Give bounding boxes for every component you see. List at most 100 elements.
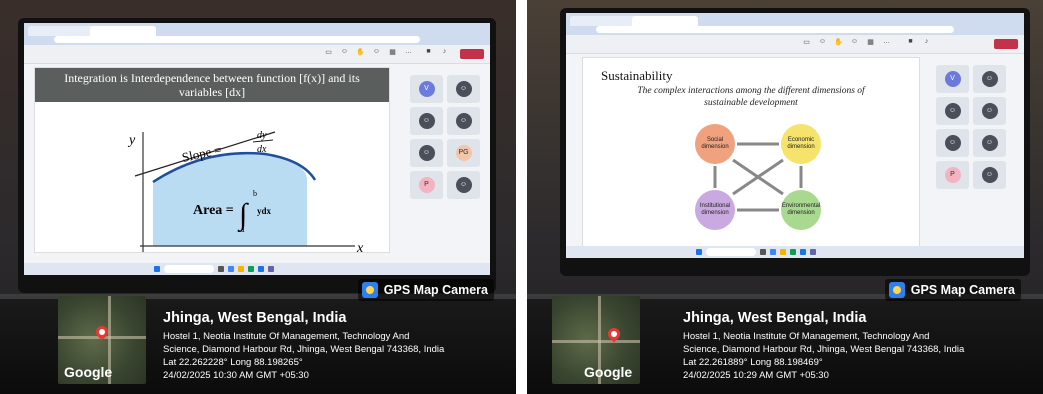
gps-map-camera-badge: GPS Map Camera	[884, 279, 1021, 301]
avatar-icon: ☺	[455, 113, 472, 129]
mic-icon[interactable]: ♪	[922, 38, 931, 47]
camera-icon	[888, 282, 905, 298]
app-icon[interactable]	[800, 249, 806, 255]
chat-icon[interactable]: ▭	[324, 48, 333, 57]
react-icon[interactable]: ☺	[372, 48, 381, 57]
address-bar[interactable]	[54, 36, 420, 43]
folder-icon[interactable]	[780, 249, 786, 255]
app-icon[interactable]	[790, 249, 796, 255]
slope-numerator: dy	[257, 130, 267, 141]
view-icon[interactable]: ▦	[388, 48, 397, 57]
raise-hand-icon[interactable]: ✋	[356, 48, 365, 57]
datetime: 24/02/2025 10:29 AM GMT +05:30	[683, 370, 829, 381]
taskbar-search[interactable]	[164, 265, 214, 273]
leave-button[interactable]	[994, 39, 1018, 49]
address-bar[interactable]	[596, 26, 954, 33]
participant-tile[interactable]: ☺	[973, 65, 1006, 93]
start-icon[interactable]	[154, 266, 160, 272]
avatar-icon: ☺	[981, 167, 998, 183]
view-icon[interactable]: ▦	[866, 38, 875, 47]
integrand: ydx	[257, 206, 272, 216]
people-icon[interactable]: ☺	[340, 48, 349, 57]
address-line-2: Science, Diamond Harbour Rd, Jhinga, Wes…	[683, 344, 965, 355]
participant-tile[interactable]: P	[936, 161, 969, 189]
camera-icon[interactable]: ■	[424, 48, 433, 57]
teams-icon[interactable]	[810, 249, 816, 255]
photo-right: ▭ ☺ ✋ ☺ ▦ … ■ ♪ Sustainability The compl…	[527, 0, 1043, 394]
address-line-2: Science, Diamond Harbour Rd, Jhinga, Wes…	[163, 344, 445, 355]
gps-overlay: Google Jhinga, West Bengal, India Hostel…	[527, 296, 1043, 394]
participant-tile[interactable]: ☺	[973, 161, 1006, 189]
slide-title: Integration is Interdependence between f…	[64, 71, 360, 99]
participant-tile[interactable]: ☺	[410, 139, 443, 167]
react-icon[interactable]: ☺	[850, 38, 859, 47]
map-label: Google	[584, 364, 633, 380]
app-icon[interactable]	[218, 266, 224, 272]
more-icon[interactable]: …	[882, 38, 891, 47]
app-icon[interactable]	[248, 266, 254, 272]
mic-icon[interactable]: ♪	[440, 48, 449, 57]
slide-title-bar: Integration is Interdependence between f…	[35, 68, 389, 102]
participant-tile[interactable]: ☺	[447, 75, 480, 103]
map-thumbnail: Google	[58, 296, 146, 384]
avatar: P	[944, 167, 961, 183]
people-icon[interactable]: ☺	[818, 38, 827, 47]
map-label: Google	[64, 364, 113, 380]
meeting-toolbar: ▭ ☺ ✋ ☺ ▦ … ■ ♪	[566, 35, 1024, 54]
chrome-icon[interactable]	[228, 266, 234, 272]
teams-icon[interactable]	[268, 266, 274, 272]
raise-hand-icon[interactable]: ✋	[834, 38, 843, 47]
taskbar	[24, 263, 490, 275]
place-name: Jhinga, West Bengal, India	[163, 310, 347, 326]
address-line-1: Hostel 1, Neotia Institute Of Management…	[683, 331, 930, 342]
avatar-icon: ☺	[944, 103, 961, 119]
place-name: Jhinga, West Bengal, India	[683, 310, 867, 326]
avatar-icon: ☺	[455, 81, 472, 97]
slide: Integration is Interdependence between f…	[34, 67, 390, 253]
participant-tile[interactable]: V	[410, 75, 443, 103]
participant-tile[interactable]: ☺	[973, 97, 1006, 125]
laptop-screen-bezel: ▭ ☺ ✋ ☺ ▦ … ■ ♪ Integration is Interdepe…	[18, 18, 496, 293]
participant-tile[interactable]: ☺	[447, 107, 480, 135]
badge-label: GPS Map Camera	[910, 283, 1015, 297]
integral-lower: a	[241, 225, 245, 234]
avatar-icon: ☺	[418, 113, 435, 129]
avatar: P	[418, 177, 435, 193]
participant-tile[interactable]: P	[410, 171, 443, 199]
location-info: Jhinga, West Bengal, India Hostel 1, Neo…	[683, 310, 964, 382]
browser-tab-active[interactable]	[632, 16, 698, 26]
camera-icon[interactable]: ■	[906, 38, 915, 47]
participant-tile[interactable]: ☺	[973, 129, 1006, 157]
taskbar	[566, 246, 1024, 258]
laptop-screen-bezel: ▭ ☺ ✋ ☺ ▦ … ■ ♪ Sustainability The compl…	[560, 8, 1030, 276]
avatar: V	[418, 81, 435, 97]
participant-tile[interactable]: ☺	[936, 97, 969, 125]
browser-tab[interactable]	[570, 16, 636, 26]
participant-tile[interactable]: PG	[447, 139, 480, 167]
slide: Sustainability The complex interactions …	[582, 57, 920, 249]
browser-tab-active[interactable]	[90, 26, 156, 36]
area-label: Area =	[193, 203, 234, 218]
chat-icon[interactable]: ▭	[802, 38, 811, 47]
participant-tile[interactable]: ☺	[936, 129, 969, 157]
more-icon[interactable]: …	[404, 48, 413, 57]
badge-label: GPS Map Camera	[383, 283, 488, 297]
start-icon[interactable]	[696, 249, 702, 255]
chrome-icon[interactable]	[770, 249, 776, 255]
screen: ▭ ☺ ✋ ☺ ▦ … ■ ♪ Integration is Interdepe…	[24, 23, 490, 275]
meeting-toolbar: ▭ ☺ ✋ ☺ ▦ … ■ ♪	[24, 45, 490, 64]
app-icon[interactable]	[258, 266, 264, 272]
coordinates: Lat 22.261889° Long 88.198469°	[683, 357, 823, 368]
coordinates: Lat 22.262228° Long 88.198265°	[163, 357, 303, 368]
app-icon[interactable]	[760, 249, 766, 255]
folder-icon[interactable]	[238, 266, 244, 272]
leave-button[interactable]	[460, 49, 484, 59]
datetime: 24/02/2025 10:30 AM GMT +05:30	[163, 370, 309, 381]
browser-tab[interactable]	[28, 26, 94, 36]
participant-tile[interactable]: ☺	[410, 107, 443, 135]
slope-denominator: dx	[257, 144, 267, 155]
participant-tile[interactable]: V	[936, 65, 969, 93]
taskbar-search[interactable]	[706, 248, 756, 256]
participant-tile[interactable]: ☺	[447, 171, 480, 199]
participant-gallery: V ☺ ☺ ☺ ☺ ☺ P ☺	[936, 65, 1006, 189]
